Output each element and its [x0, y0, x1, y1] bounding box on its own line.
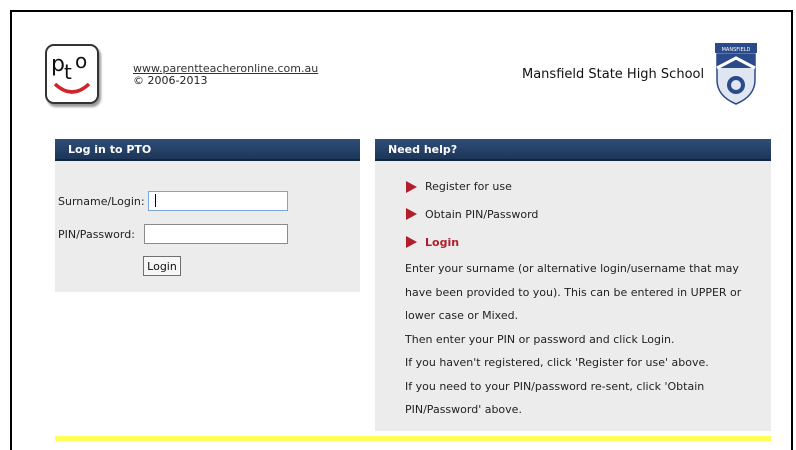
help-text-line: Then enter your PIN or password and clic… — [405, 333, 675, 346]
help-text-line: have been provided to you). This can be … — [405, 286, 742, 299]
pin-input[interactable] — [144, 224, 288, 244]
login-panel-header: Log in to PTO — [55, 139, 360, 161]
help-panel-header: Need help? — [375, 139, 771, 161]
copyright: © 2006-2013 — [133, 74, 208, 87]
arrow-right-icon — [406, 181, 417, 193]
help-text-line: If you need to your PIN/password re-sent… — [405, 380, 705, 393]
login-button[interactable]: Login — [143, 256, 181, 276]
svg-text:o: o — [75, 49, 87, 73]
arrow-right-icon — [406, 208, 417, 220]
text-cursor — [155, 194, 156, 207]
pto-logo: p t o — [45, 44, 99, 104]
help-text-line: PIN/Password' above. — [405, 403, 522, 416]
svg-text:p: p — [51, 52, 65, 77]
school-name: Mansfield State High School — [522, 67, 705, 82]
help-text-line: lower case or Mixed. — [405, 309, 519, 322]
help-text-line: Enter your surname (or alternative login… — [405, 262, 739, 275]
crest-banner: MANSFIELD — [722, 47, 751, 53]
arrow-right-icon — [406, 236, 417, 248]
surname-input[interactable] — [148, 191, 288, 211]
svg-text:t: t — [64, 60, 72, 84]
help-text-line: If you haven't registered, click 'Regist… — [405, 356, 709, 369]
surname-label: Surname/Login: — [58, 195, 145, 208]
obtain-pin-link[interactable]: Obtain PIN/Password — [425, 208, 538, 221]
school-crest: MANSFIELD — [713, 42, 759, 106]
highlight-bar — [55, 436, 771, 441]
login-help-link[interactable]: Login — [425, 236, 459, 249]
pin-label: PIN/Password: — [58, 228, 135, 241]
register-link[interactable]: Register for use — [425, 180, 512, 193]
